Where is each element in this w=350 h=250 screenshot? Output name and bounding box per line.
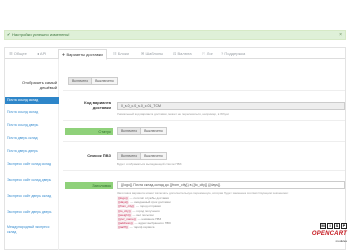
pvz-toggle[interactable]: Включено Выключено — [117, 152, 167, 160]
sidebar-item[interactable]: Почта дверь склад — [7, 136, 59, 141]
tab-log[interactable]: ⚐ Лог — [202, 50, 213, 59]
toggle-on[interactable]: Включено — [69, 78, 93, 84]
check-icon: ✔ — [7, 32, 11, 37]
success-alert: ✔ Настройки успешно изменены! × — [4, 30, 346, 40]
toggle-on[interactable]: Включено — [118, 153, 142, 159]
sidebar-item[interactable]: Экспресс сайт дверь дверь — [7, 210, 59, 215]
cheapest-toggle[interactable]: Включено Выключено — [68, 77, 118, 85]
close-icon[interactable]: × — [339, 31, 342, 39]
code-label: Код варианта доставки — [84, 100, 111, 110]
watermark-letters: M I S P — [320, 223, 347, 229]
sidebar-item[interactable]: Экспресс сайт склад дверь — [7, 178, 59, 183]
tab-templates[interactable]: ✉ Шаблоны — [141, 50, 163, 59]
watermark-letter: S — [334, 223, 340, 229]
template-codes: {{logo}} — логотип службы доставки {{day… — [117, 196, 287, 230]
sidebar-item[interactable]: Экспресс сайт склад склад — [7, 162, 59, 167]
tab-bar: ☰ Общее ◂ API ✈ Варианты доставки ☷ Блок… — [5, 48, 345, 60]
status-label-box: Статус — [65, 128, 113, 135]
variant-form: Включено Выключено Код варианта доставки… — [63, 60, 345, 250]
title-input[interactable]: {{logo}} Почта склад-склад до {{from_cit… — [117, 181, 345, 189]
alert-text: Настройки успешно изменены! — [12, 32, 70, 37]
title-label: Заголовок — [92, 183, 111, 188]
tab-general[interactable]: ☰ Общее — [9, 50, 27, 59]
watermark-letter: P — [341, 223, 347, 229]
status-toggle[interactable]: Включено Выключено — [117, 127, 167, 135]
tab-delivery-variants[interactable]: ✈ Варианты доставки — [58, 49, 107, 60]
watermark-letter: I — [327, 223, 333, 229]
tab-api[interactable]: ◂ API — [37, 50, 46, 59]
status-label: Статус — [98, 129, 111, 134]
code-desc: — тариф сервиса — [129, 225, 155, 230]
title-label-box: Заголовок — [65, 182, 113, 189]
watermark-tagline: modules — [335, 239, 347, 243]
title-help: Заголовок варианта может включать дополн… — [117, 191, 289, 195]
sidebar-item[interactable]: Почта ссылд склад — [5, 97, 59, 104]
tab-blocks[interactable]: ☷ Блоки — [113, 50, 129, 59]
watermark-logo: M I S P OPENCART modules — [303, 223, 347, 247]
sidebar-item[interactable]: Почта ссылд склад — [7, 110, 59, 115]
watermark-brand: OPENCART — [311, 231, 347, 237]
sidebar-item[interactable]: Почта ссылд дверь — [7, 123, 59, 128]
toggle-off[interactable]: Выключено — [141, 153, 166, 159]
toggle-on[interactable]: Включено — [118, 128, 142, 134]
toggle-off[interactable]: Выключено — [141, 128, 166, 134]
code-input[interactable]: 0_s.0_c.0_s.0_c.01_TCM — [117, 102, 345, 110]
divider — [63, 120, 345, 121]
toggle-off[interactable]: Выключено — [92, 78, 117, 84]
divider — [63, 90, 345, 91]
pvz-help: Будет отображаться выпадающий список ПВЗ — [117, 162, 182, 166]
code-line: {{tariff}} — тариф сервиса — [117, 225, 287, 230]
pvz-label: Список ПВЗ — [87, 153, 111, 158]
sidebar-item[interactable]: Почта дверь дверь — [7, 149, 59, 154]
sidebar-heading: Отобразить самый дешёвый — [22, 80, 57, 90]
code-help: Уникальный код варианта доставки, может … — [117, 112, 229, 116]
divider — [63, 141, 345, 142]
variants-sidebar: Отобразить самый дешёвый Почта ссылд скл… — [5, 60, 59, 250]
divider — [63, 170, 345, 171]
sidebar-item[interactable]: Международный экспресс склад — [7, 225, 59, 234]
settings-panel: ☰ Общее ◂ API ✈ Варианты доставки ☷ Блок… — [4, 47, 346, 250]
code-tag: {{tariff}} — [117, 225, 129, 230]
tab-support[interactable]: ? Поддержка — [221, 50, 245, 59]
sidebar-item[interactable]: Экспресс сайт дверь склад — [7, 194, 59, 199]
tab-currency[interactable]: ⊡ Валюта — [173, 50, 192, 59]
watermark-letter: M — [320, 223, 326, 229]
